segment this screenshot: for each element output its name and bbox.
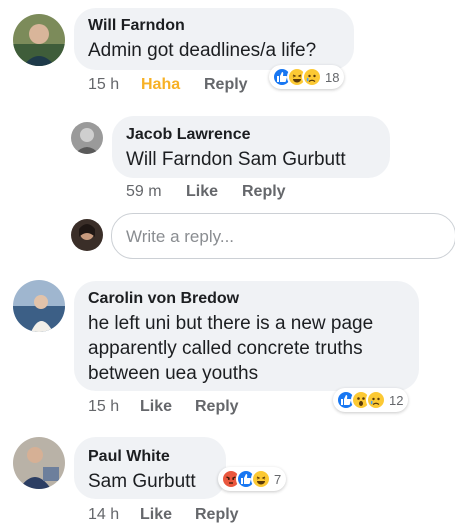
sad-icon — [366, 390, 386, 410]
reply-button[interactable]: Reply — [204, 76, 248, 94]
reaction-summary[interactable]: 12 — [333, 388, 409, 412]
haha-icon — [251, 469, 271, 489]
comment-text-line: between uea youths — [88, 363, 259, 384]
avatar-carolin-von-bredow[interactable] — [13, 280, 65, 332]
comment-text-line: he left uni but there is a new page — [88, 313, 374, 334]
comment-timestamp[interactable]: 15 h — [88, 76, 119, 94]
avatar-will-farndon[interactable] — [13, 14, 65, 66]
reaction-count: 7 — [274, 471, 282, 487]
avatar-current-user — [71, 219, 103, 251]
like-button[interactable]: Like — [140, 398, 172, 416]
comment-text-line: apparently called concrete truths — [88, 338, 363, 359]
comment-timestamp[interactable]: 59 m — [126, 183, 162, 201]
comment-timestamp[interactable]: 14 h — [88, 506, 119, 524]
reaction-summary[interactable]: 18 — [269, 65, 345, 89]
comment-author[interactable]: Will Farndon — [88, 17, 185, 35]
reaction-summary[interactable]: 7 — [218, 467, 287, 491]
like-button[interactable]: Like — [140, 506, 172, 524]
reaction-count: 12 — [389, 392, 404, 408]
sad-icon — [302, 67, 322, 87]
comment-text: Admin got deadlines/a life? — [88, 40, 317, 61]
avatar-paul-white[interactable] — [13, 437, 65, 489]
reaction-count: 18 — [325, 69, 340, 85]
comment-text: Will Farndon Sam Gurbutt — [126, 149, 346, 170]
comment-author[interactable]: Jacob Lawrence — [126, 126, 251, 144]
comment-text: Sam Gurbutt — [88, 471, 196, 492]
haha-reaction-button[interactable]: Haha — [141, 76, 180, 94]
comment-author[interactable]: Paul White — [88, 448, 170, 466]
reply-input-placeholder: Write a reply... — [126, 227, 235, 246]
avatar-jacob-lawrence[interactable] — [71, 122, 103, 154]
reply-button[interactable]: Reply — [195, 506, 239, 524]
reply-button[interactable]: Reply — [195, 398, 239, 416]
comment-author[interactable]: Carolin von Bredow — [88, 290, 239, 308]
comment-timestamp[interactable]: 15 h — [88, 398, 119, 416]
reply-button[interactable]: Reply — [242, 183, 286, 201]
like-button[interactable]: Like — [186, 183, 218, 201]
